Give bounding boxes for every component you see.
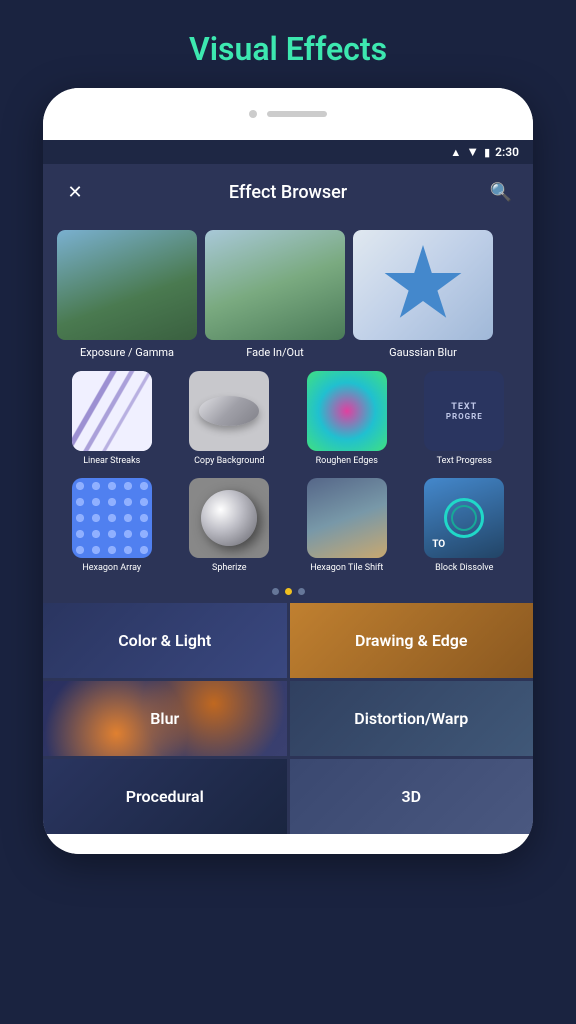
status-bar: ▲ ▼ ▮ 2:30 <box>43 140 533 164</box>
star-shape <box>383 245 463 325</box>
effect-item-roughen-edges[interactable]: Roughen Edges <box>292 371 402 468</box>
copy-bg-shape <box>199 396 259 426</box>
effect-thumb-hexagon-array <box>72 478 152 558</box>
status-time: 2:30 <box>495 145 519 159</box>
hex-dots <box>72 478 152 558</box>
effect-item-hexagon-tile[interactable]: Hexagon Tile Shift <box>292 478 402 575</box>
category-label-color-light: Color & Light <box>118 631 211 650</box>
effect-item-block-dissolve[interactable]: TO Block Dissolve <box>410 478 520 575</box>
effect-item-hexagon-array[interactable]: Hexagon Array <box>57 478 167 575</box>
close-button[interactable]: ✕ <box>59 176 91 208</box>
phone-frame: ▲ ▼ ▮ 2:30 ✕ Effect Browser 🔍 Exposure /… <box>43 88 533 854</box>
top-bar-title: Effect Browser <box>229 182 347 203</box>
preview-thumb-exposure <box>57 230 197 340</box>
status-icons: ▲ ▼ ▮ 2:30 <box>450 144 519 160</box>
pagination-dots <box>43 584 533 603</box>
category-label-drawing-edge: Drawing & Edge <box>355 631 467 650</box>
preview-card-gaussian[interactable]: Gaussian Blur <box>353 230 493 361</box>
category-label-3d: 3D <box>401 787 421 806</box>
preview-row: Exposure / Gamma Fade In/Out Gaussian Bl… <box>43 230 533 361</box>
effect-thumb-spherize <box>189 478 269 558</box>
page-title: Visual Effects <box>189 0 387 88</box>
category-label-procedural: Procedural <box>126 787 204 806</box>
preview-label-exposure: Exposure / Gamma <box>57 340 197 361</box>
effect-thumb-roughen-edges <box>307 371 387 451</box>
top-bar: ✕ Effect Browser 🔍 <box>43 164 533 220</box>
effect-grid-row1: Linear Streaks Copy Background Roughen E… <box>43 361 533 478</box>
effect-thumb-text-progress: TEXT PROGRE <box>424 371 504 451</box>
sphere-ball <box>201 490 257 546</box>
effect-item-linear-streaks[interactable]: Linear Streaks <box>57 371 167 468</box>
category-drawing-edge[interactable]: Drawing & Edge <box>290 603 534 678</box>
effect-name-roughen-edges: Roughen Edges <box>316 456 378 468</box>
dissolve-to-label: TO <box>432 539 445 550</box>
category-procedural[interactable]: Procedural <box>43 759 287 834</box>
search-button[interactable]: 🔍 <box>485 176 517 208</box>
text-prog-line1: TEXT <box>451 402 477 412</box>
phone-speaker <box>267 111 327 117</box>
effect-name-hexagon-tile: Hexagon Tile Shift <box>310 563 383 575</box>
dot-3[interactable] <box>298 588 305 595</box>
dissolve-circle <box>444 498 484 538</box>
effect-grid: Linear Streaks Copy Background Roughen E… <box>57 371 519 468</box>
signal-icon: ▲ <box>450 146 461 159</box>
phone-top <box>43 88 533 140</box>
effect-name-linear-streaks: Linear Streaks <box>83 456 140 468</box>
preview-label-gaussian: Gaussian Blur <box>353 340 493 361</box>
effect-thumb-linear-streaks <box>72 371 152 451</box>
preview-card-fade[interactable]: Fade In/Out <box>205 230 345 361</box>
phone-bottom <box>43 834 533 854</box>
dot-1[interactable] <box>272 588 279 595</box>
effect-grid-2: Hexagon Array Spherize Hexagon Tile Shif… <box>57 478 519 575</box>
screen: ▲ ▼ ▮ 2:30 ✕ Effect Browser 🔍 Exposure /… <box>43 140 533 834</box>
phone-camera <box>249 110 257 118</box>
category-3d[interactable]: 3D <box>290 759 534 834</box>
effect-thumb-block-dissolve: TO <box>424 478 504 558</box>
effect-item-copy-background[interactable]: Copy Background <box>175 371 285 468</box>
category-blur[interactable]: Blur <box>43 681 287 756</box>
effect-item-text-progress[interactable]: TEXT PROGRE Text Progress <box>410 371 520 468</box>
preview-label-fade: Fade In/Out <box>205 340 345 361</box>
wifi-icon: ▼ <box>466 144 479 160</box>
preview-thumb-gaussian <box>353 230 493 340</box>
text-prog-line2: PROGRE <box>446 412 483 421</box>
effect-grid-row2: Hexagon Array Spherize Hexagon Tile Shif… <box>43 478 533 585</box>
effect-thumb-hexagon-tile <box>307 478 387 558</box>
category-color-light[interactable]: Color & Light <box>43 603 287 678</box>
effect-item-spherize[interactable]: Spherize <box>175 478 285 575</box>
preview-thumb-fade <box>205 230 345 340</box>
effect-name-hexagon-array: Hexagon Array <box>82 563 141 575</box>
dot-2-active[interactable] <box>285 588 292 595</box>
effect-name-copy-background: Copy Background <box>194 456 264 468</box>
effect-name-spherize: Spherize <box>212 563 247 575</box>
effect-name-block-dissolve: Block Dissolve <box>435 563 493 575</box>
preview-card-exposure[interactable]: Exposure / Gamma <box>57 230 197 361</box>
category-label-distortion-warp: Distortion/Warp <box>354 709 468 728</box>
effect-name-text-progress: Text Progress <box>437 456 492 468</box>
category-distortion-warp[interactable]: Distortion/Warp <box>290 681 534 756</box>
categories-grid: Color & Light Drawing & Edge Blur Distor… <box>43 603 533 834</box>
battery-icon: ▮ <box>484 146 490 159</box>
category-label-blur: Blur <box>150 709 179 728</box>
effect-thumb-copy-background <box>189 371 269 451</box>
